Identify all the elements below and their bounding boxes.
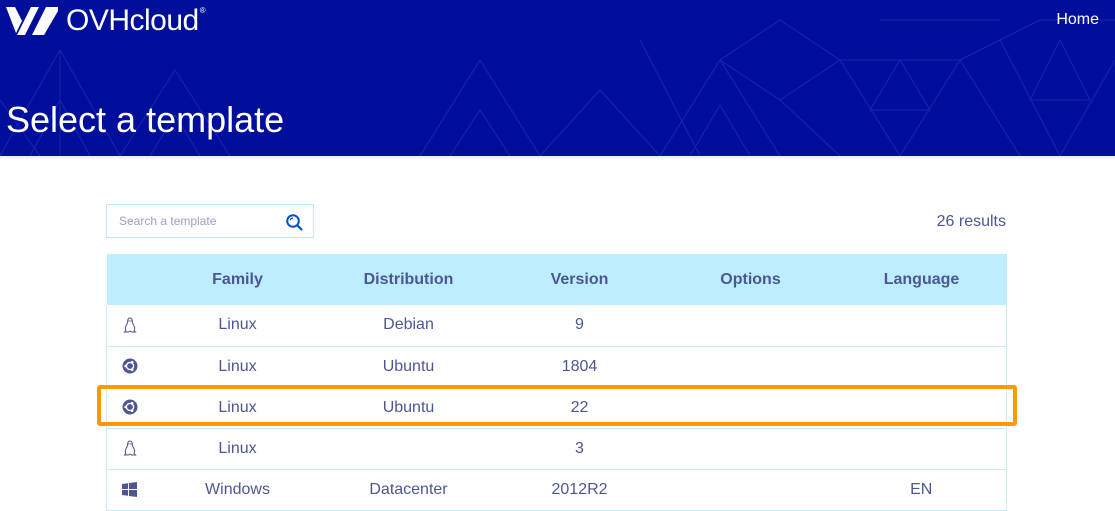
ovh-logo-icon [6,7,58,35]
table-row-highlighted[interactable]: Linux Ubuntu 22 [106,387,1007,429]
search-box [106,204,314,238]
nav-home-link[interactable]: Home [1056,11,1099,29]
cell-version: 1804 [494,346,665,388]
ubuntu-icon [122,358,138,374]
column-header-language[interactable]: Language [836,254,1007,305]
table-header: Family Distribution Version Options Lang… [106,254,1007,305]
column-header-options[interactable]: Options [664,254,837,305]
table-row[interactable]: Linux 3 [106,428,1007,470]
row-icon-cell [106,387,153,429]
cell-language [836,387,1007,429]
cell-family: Windows [152,469,323,511]
table-row[interactable]: Windows Datacenter 2012R2 EN [106,469,1007,511]
cell-version: 22 [494,387,665,429]
results-count: 26 results [936,213,1006,230]
row-icon-cell [106,428,153,470]
cell-family: Linux [152,305,323,347]
cell-options [664,346,837,388]
templates-table: Family Distribution Version Options Lang… [106,254,1007,511]
cell-family: Linux [152,346,323,388]
windows-icon [122,481,138,497]
search-input[interactable] [107,205,277,237]
header-divider [0,156,1115,160]
cell-distribution: Debian [322,305,495,347]
cell-distribution [322,428,495,470]
ubuntu-icon [122,399,138,415]
cell-language [836,428,1007,470]
cell-options [664,387,837,429]
ovhcloud-logo[interactable]: OVHcloud® [6,4,206,38]
linux-tux-icon [123,440,137,456]
page-header: OVHcloud® Home Select a template [0,0,1115,156]
cell-language [836,305,1007,347]
cell-family: Linux [152,428,323,470]
cell-distribution: Ubuntu [322,346,495,388]
row-icon-cell [106,305,153,347]
page-title: Select a template [6,99,285,140]
table-row[interactable]: Linux Debian 9 [106,305,1007,347]
template-toolbar: 26 results [106,204,1006,238]
cell-options [664,469,837,511]
row-icon-cell [106,469,153,511]
cell-version: 2012R2 [494,469,665,511]
column-header-distribution[interactable]: Distribution [322,254,495,305]
column-header-family[interactable]: Family [152,254,323,305]
cell-options [664,428,837,470]
row-icon-cell [106,346,153,388]
cell-family: Linux [152,387,323,429]
column-header-version[interactable]: Version [494,254,665,305]
brand-name: OVHcloud® [66,4,206,37]
cell-version: 3 [494,428,665,470]
cell-version: 9 [494,305,665,347]
column-header-icon [106,254,153,305]
cell-distribution: Ubuntu [322,387,495,429]
linux-tux-icon [123,317,137,333]
search-icon[interactable] [285,213,303,231]
table-row[interactable]: Linux Ubuntu 1804 [106,346,1007,388]
cell-distribution: Datacenter [322,469,495,511]
cell-options [664,305,837,347]
cell-language: EN [836,469,1007,511]
cell-language [836,346,1007,388]
